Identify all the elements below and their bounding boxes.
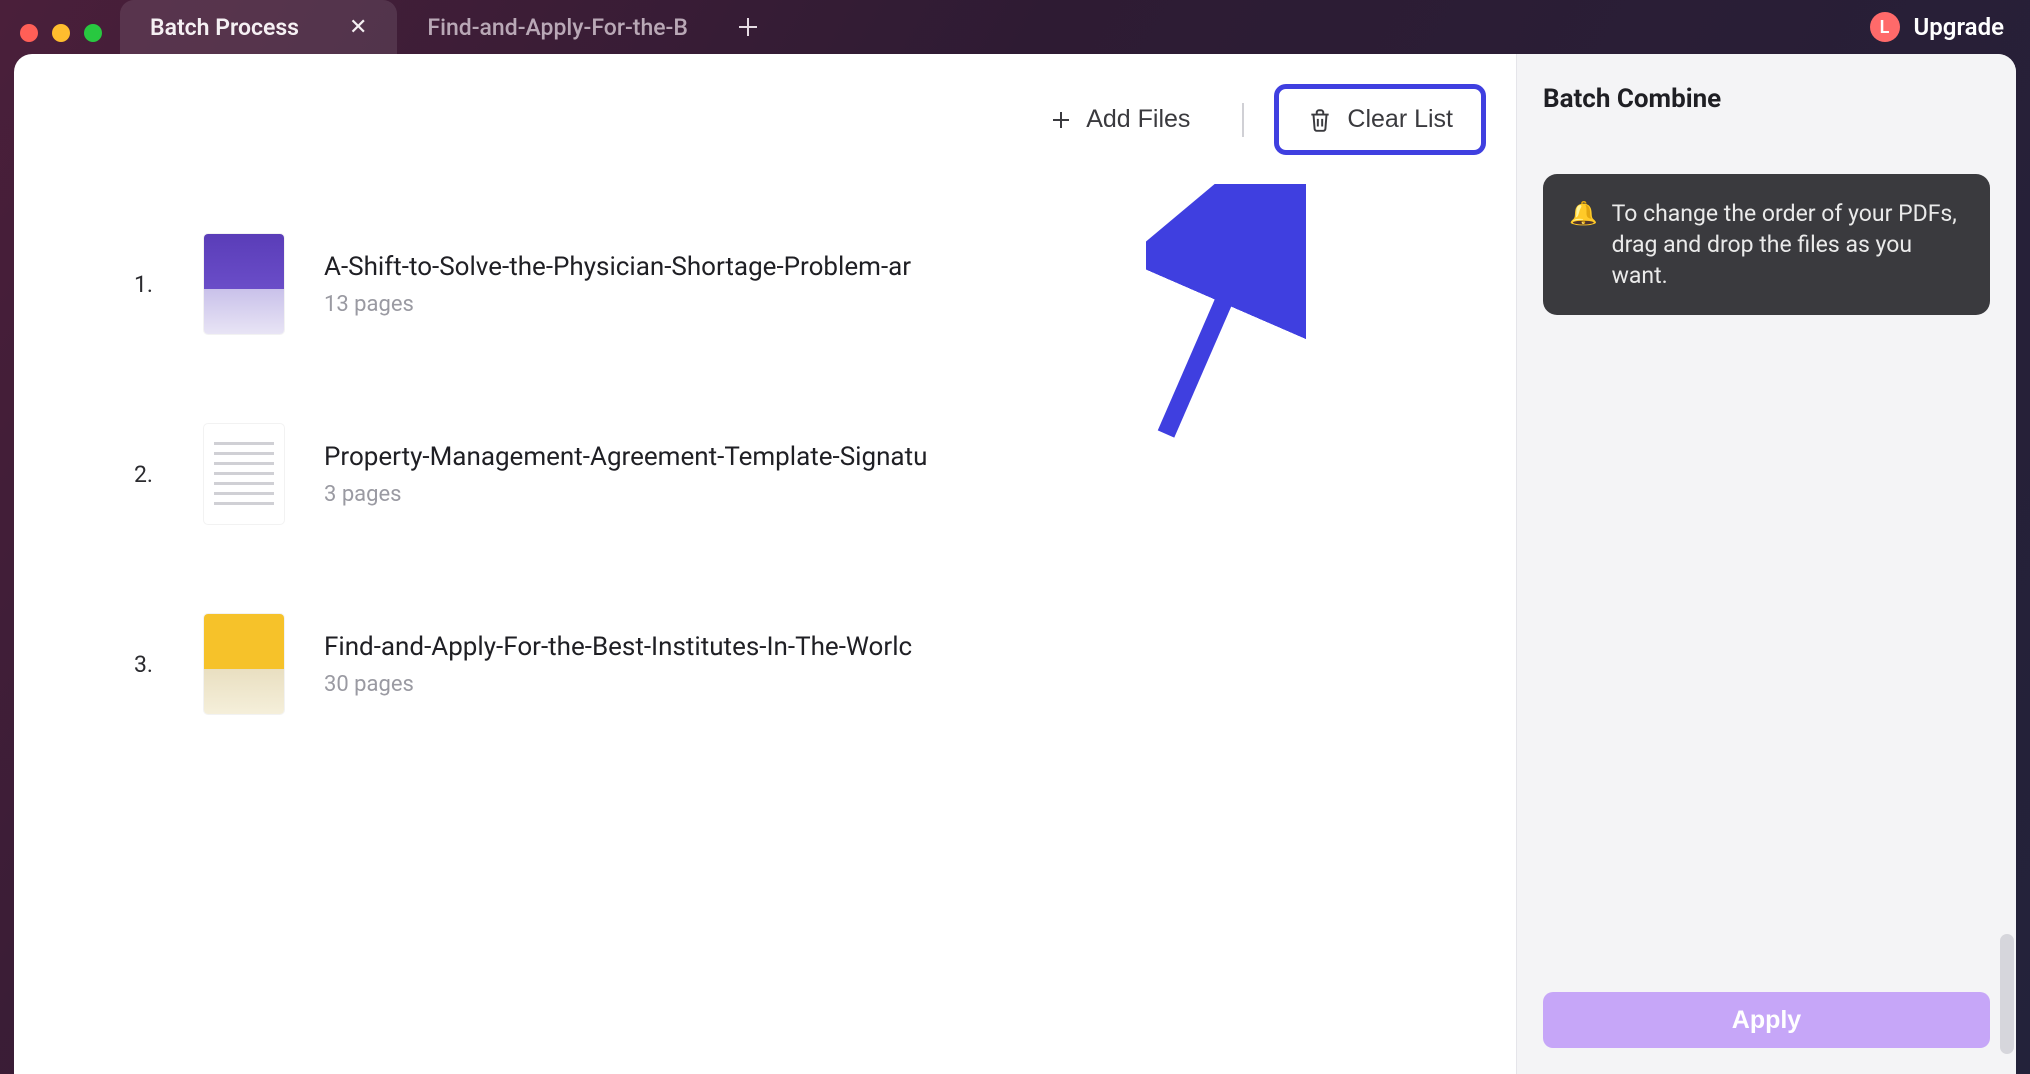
row-index: 1. <box>134 271 164 298</box>
window-zoom-dot[interactable] <box>84 24 102 42</box>
tab-label: Find-and-Apply-For-the-B <box>427 14 687 41</box>
toolbar-divider <box>1242 103 1244 137</box>
file-thumbnail <box>204 424 284 524</box>
file-thumbnail <box>204 234 284 334</box>
clear-list-label: Clear List <box>1347 105 1453 134</box>
list-item[interactable]: 2. Property-Management-Agreement-Templat… <box>134 424 1456 524</box>
apply-button[interactable]: Apply <box>1543 992 1990 1048</box>
bell-icon: 🔔 <box>1569 198 1598 291</box>
tab-label: Batch Process <box>150 14 299 41</box>
scrollbar-thumb[interactable] <box>2000 934 2014 1054</box>
file-thumbnail <box>204 614 284 714</box>
list-item[interactable]: 1. A-Shift-to-Solve-the-Physician-Shorta… <box>134 234 1456 334</box>
add-files-label: Add Files <box>1086 105 1190 134</box>
avatar-initial: L <box>1880 17 1890 38</box>
row-index: 2. <box>134 461 164 488</box>
page-count: 3 pages <box>324 482 927 507</box>
clear-list-button[interactable]: Clear List <box>1274 84 1486 155</box>
row-index: 3. <box>134 651 164 678</box>
plus-icon <box>1050 109 1072 131</box>
tip-banner: 🔔 To change the order of your PDFs, drag… <box>1543 174 1990 315</box>
add-files-button[interactable]: Add Files <box>1028 91 1212 148</box>
upgrade-label: Upgrade <box>1914 13 2004 41</box>
apply-label: Apply <box>1732 1006 1801 1034</box>
new-tab-button[interactable] <box>718 0 778 54</box>
tip-text: To change the order of your PDFs, drag a… <box>1612 198 1964 291</box>
list-item[interactable]: 3. Find-and-Apply-For-the-Best-Institute… <box>134 614 1456 714</box>
page-count: 30 pages <box>324 672 912 697</box>
panel-title: Batch Combine <box>1543 84 1990 114</box>
close-icon[interactable]: ✕ <box>349 15 367 40</box>
tab-bar: Batch Process ✕ Find-and-Apply-For-the-B <box>120 0 2030 54</box>
trash-icon <box>1307 106 1333 134</box>
window-close-dot[interactable] <box>20 24 38 42</box>
window-minimize-dot[interactable] <box>52 24 70 42</box>
plus-icon <box>737 16 759 38</box>
window-traffic-lights[interactable] <box>20 24 102 42</box>
tab-batch-process[interactable]: Batch Process ✕ <box>120 0 397 54</box>
avatar[interactable]: L <box>1870 12 1900 42</box>
file-list: 1. A-Shift-to-Solve-the-Physician-Shorta… <box>134 234 1456 714</box>
file-name: Find-and-Apply-For-the-Best-Institutes-I… <box>324 632 912 662</box>
page-count: 13 pages <box>324 292 911 317</box>
file-name: A-Shift-to-Solve-the-Physician-Shortage-… <box>324 252 911 282</box>
file-name: Property-Management-Agreement-Template-S… <box>324 442 927 472</box>
upgrade-button[interactable]: L Upgrade <box>1870 12 2004 42</box>
tab-secondary[interactable]: Find-and-Apply-For-the-B <box>397 0 717 54</box>
